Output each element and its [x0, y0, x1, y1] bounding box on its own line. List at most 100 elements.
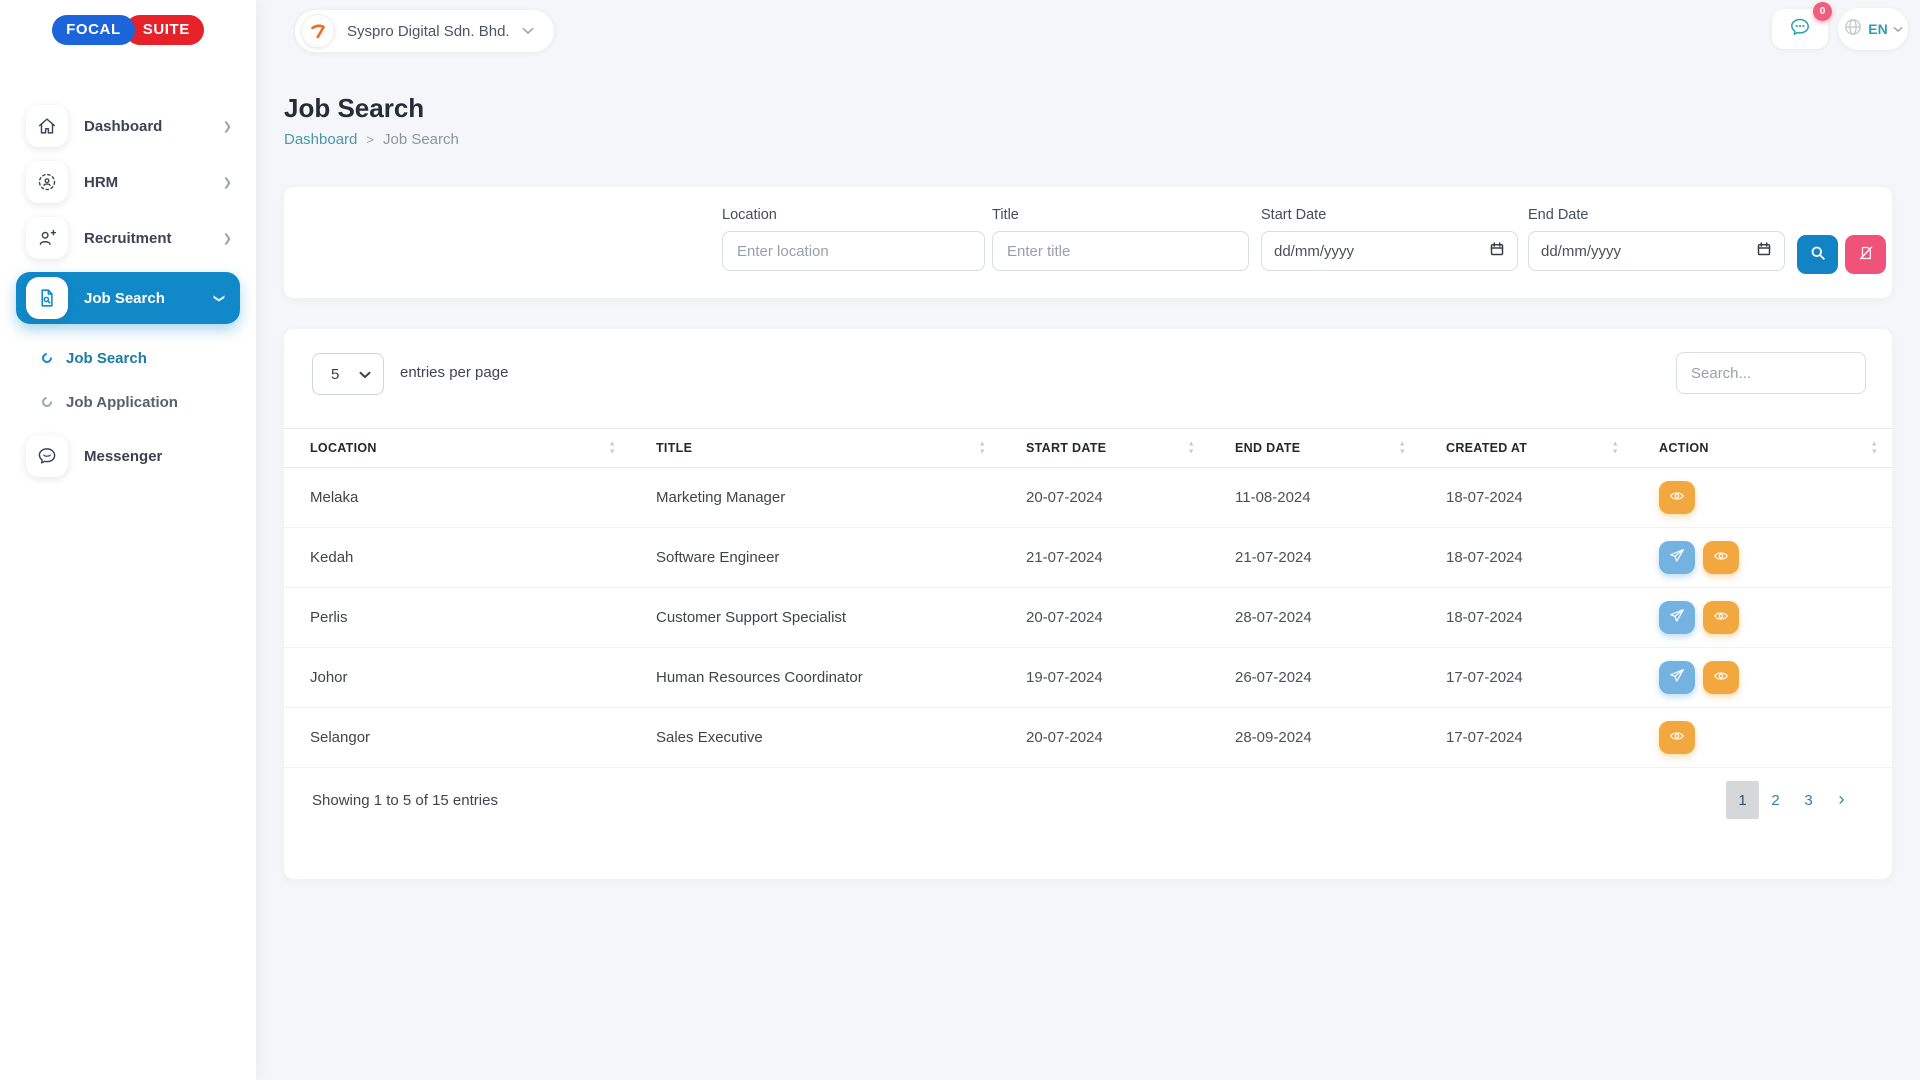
page-button-1[interactable]: 1: [1726, 781, 1759, 819]
sidebar-subitem-job-search[interactable]: Job Search: [0, 338, 256, 378]
start-date-placeholder: dd/mm/yyyy: [1274, 243, 1354, 260]
sort-icon[interactable]: ▲▼: [1612, 441, 1619, 456]
sidebar-item-recruitment[interactable]: Recruitment ❯: [0, 214, 256, 262]
cell-location: Perlis: [284, 588, 630, 648]
cell-created-at: 18-07-2024: [1420, 468, 1633, 528]
chevron-down-icon: [359, 366, 371, 383]
table-search-input[interactable]: [1676, 352, 1866, 394]
cell-start-date: 20-07-2024: [1000, 588, 1209, 648]
sidebar-item-job-search[interactable]: Job Search ❯: [16, 272, 240, 324]
column-header-end-date[interactable]: END DATE▲▼: [1209, 429, 1420, 468]
table-row: Selangor Sales Executive 20-07-2024 28-0…: [284, 708, 1892, 768]
location-field: Location: [722, 207, 985, 271]
sort-icon[interactable]: ▲▼: [1188, 441, 1195, 456]
column-header-title[interactable]: TITLE▲▼: [630, 429, 1000, 468]
page-button-3[interactable]: 3: [1792, 781, 1825, 819]
eye-icon: [1669, 488, 1685, 507]
column-header-created-at[interactable]: CREATED AT▲▼: [1420, 429, 1633, 468]
language-code: EN: [1868, 21, 1887, 37]
end-date-input[interactable]: dd/mm/yyyy: [1528, 231, 1785, 271]
sidebar: FOCAL SUITE Dashboard ❯ HRM ❯: [0, 0, 256, 1080]
cell-start-date: 19-07-2024: [1000, 648, 1209, 708]
home-icon: [26, 105, 68, 147]
sidebar-item-messenger[interactable]: Messenger: [0, 432, 256, 480]
sidebar-submenu: Job Search Job Application: [0, 336, 256, 424]
page-title: Job Search: [284, 93, 424, 124]
filter-search-button[interactable]: [1797, 235, 1838, 274]
cell-start-date: 20-07-2024: [1000, 708, 1209, 768]
sidebar-subitem-job-application[interactable]: Job Application: [0, 382, 256, 422]
calendar-icon[interactable]: [1756, 241, 1772, 261]
start-date-label: Start Date: [1261, 207, 1518, 223]
chat-bubble-icon: [26, 435, 68, 477]
sidebar-item-label: HRM: [84, 174, 118, 191]
sort-icon[interactable]: ▲▼: [979, 441, 986, 456]
column-header-location[interactable]: LOCATION▲▼: [284, 429, 630, 468]
end-date-label: End Date: [1528, 207, 1785, 223]
breadcrumb: Dashboard > Job Search: [284, 131, 459, 148]
cell-created-at: 18-07-2024: [1420, 528, 1633, 588]
cell-created-at: 17-07-2024: [1420, 648, 1633, 708]
view-button[interactable]: [1659, 721, 1695, 754]
table-row: Kedah Software Engineer 21-07-2024 21-07…: [284, 528, 1892, 588]
table-row: Melaka Marketing Manager 20-07-2024 11-0…: [284, 468, 1892, 528]
cell-actions: [1633, 708, 1892, 768]
sort-icon[interactable]: ▲▼: [1399, 441, 1406, 456]
location-input[interactable]: [722, 231, 985, 271]
sidebar-item-label: Dashboard: [84, 118, 162, 135]
pagination: 1 2 3 ›: [1726, 781, 1858, 819]
cell-location: Selangor: [284, 708, 630, 768]
next-page-button[interactable]: ›: [1825, 781, 1858, 819]
breadcrumb-separator: >: [366, 132, 374, 147]
view-button[interactable]: [1703, 541, 1739, 574]
language-selector[interactable]: EN: [1838, 8, 1908, 50]
title-label: Title: [992, 207, 1249, 223]
table-card: 5 entries per page LOCATION▲▼ TITLE▲▼ ST…: [284, 329, 1892, 879]
entries-per-page-select[interactable]: 5: [312, 353, 384, 395]
sort-icon[interactable]: ▲▼: [1871, 441, 1878, 456]
view-button[interactable]: [1659, 481, 1695, 514]
chevron-right-icon: ❯: [223, 176, 232, 189]
breadcrumb-dashboard-link[interactable]: Dashboard: [284, 131, 357, 148]
column-header-action[interactable]: ACTION▲▼: [1633, 429, 1892, 468]
page-button-2[interactable]: 2: [1759, 781, 1792, 819]
table-summary: Showing 1 to 5 of 15 entries: [312, 792, 498, 809]
sidebar-nav: Dashboard ❯ HRM ❯ Recruitment ❯: [0, 98, 256, 484]
chevron-right-icon: ❯: [223, 232, 232, 245]
eye-icon: [1669, 728, 1685, 747]
sort-icon[interactable]: ▲▼: [609, 441, 616, 456]
send-button[interactable]: [1659, 601, 1695, 634]
chat-badge: 0: [1813, 2, 1832, 21]
send-button[interactable]: [1659, 541, 1695, 574]
start-date-input[interactable]: dd/mm/yyyy: [1261, 231, 1518, 271]
filter-card: Location Title Start Date dd/mm/yyyy End…: [284, 187, 1892, 298]
cell-actions: [1633, 468, 1892, 528]
cell-title: Sales Executive: [630, 708, 1000, 768]
eye-icon: [1713, 608, 1729, 627]
cell-location: Kedah: [284, 528, 630, 588]
send-button[interactable]: [1659, 661, 1695, 694]
user-plus-icon: [26, 217, 68, 259]
chat-bubble-icon: [1788, 15, 1812, 44]
title-input[interactable]: [992, 231, 1249, 271]
cell-title: Software Engineer: [630, 528, 1000, 588]
column-header-start-date[interactable]: START DATE▲▼: [1000, 429, 1209, 468]
cell-actions: [1633, 528, 1892, 588]
calendar-icon[interactable]: [1489, 241, 1505, 261]
send-icon: [1669, 608, 1685, 627]
file-slash-icon: [1858, 245, 1874, 264]
eye-icon: [1713, 668, 1729, 687]
sidebar-item-hrm[interactable]: HRM ❯: [0, 158, 256, 206]
app-logo: FOCAL SUITE: [0, 0, 256, 45]
file-search-icon: [26, 277, 68, 319]
view-button[interactable]: [1703, 661, 1739, 694]
chevron-right-icon: ❯: [223, 120, 232, 133]
cell-title: Marketing Manager: [630, 468, 1000, 528]
company-selector[interactable]: Syspro Digital Sdn. Bhd.: [294, 9, 555, 53]
title-field: Title: [992, 207, 1249, 271]
sidebar-item-dashboard[interactable]: Dashboard ❯: [0, 102, 256, 150]
view-button[interactable]: [1703, 601, 1739, 634]
filter-reset-button[interactable]: [1845, 235, 1886, 274]
chat-button[interactable]: 0: [1772, 9, 1828, 49]
cell-created-at: 17-07-2024: [1420, 708, 1633, 768]
